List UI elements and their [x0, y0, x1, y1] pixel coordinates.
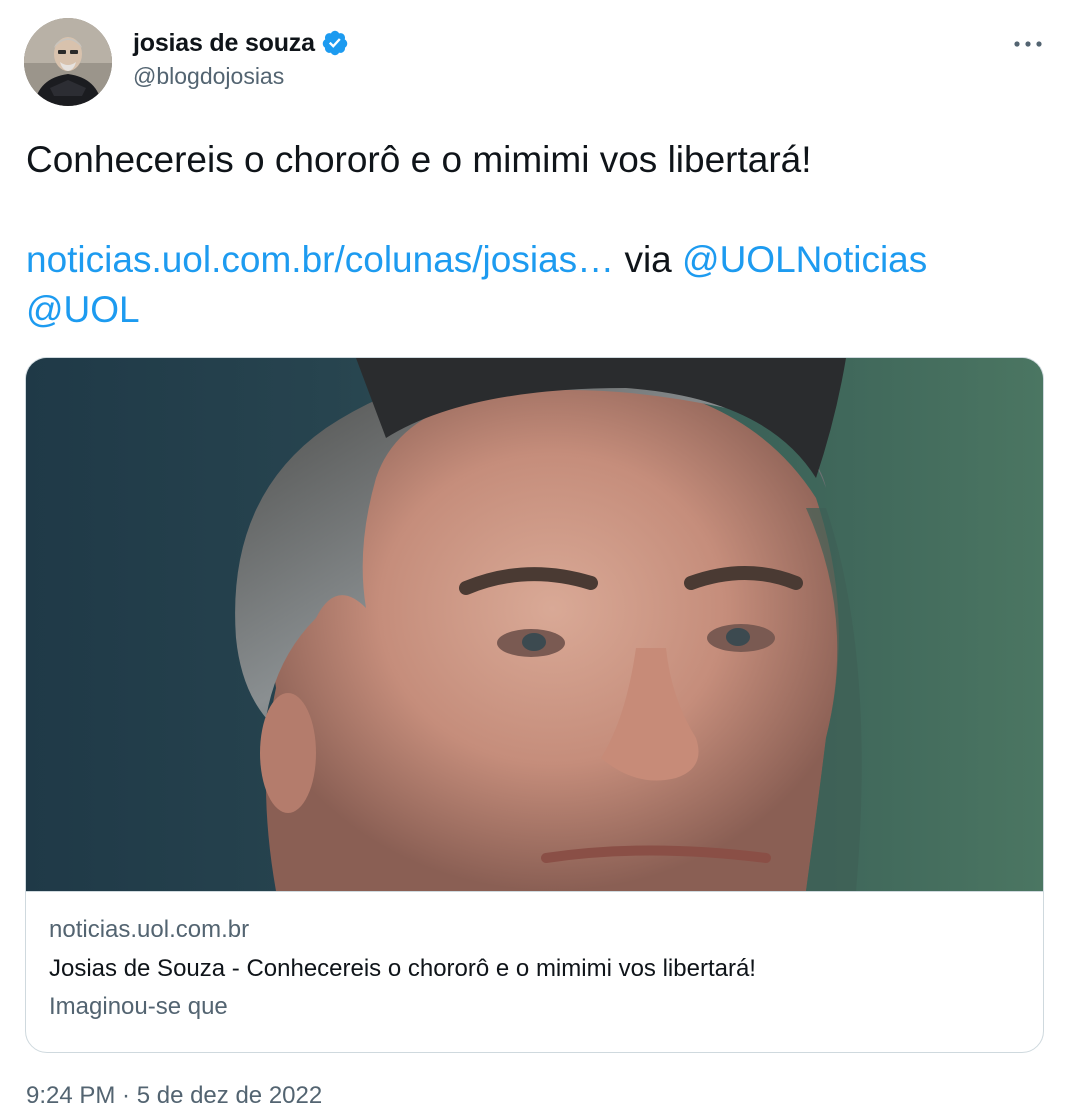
- article-link[interactable]: noticias.uol.com.br/colunas/josias…: [26, 239, 614, 280]
- avatar[interactable]: [24, 18, 112, 106]
- ellipsis-icon: [1014, 41, 1042, 47]
- mention-uol[interactable]: @UOL: [26, 289, 140, 330]
- card-title[interactable]: Josias de Souza - Conhecereis o chororô …: [49, 955, 756, 983]
- author-name-row: josias de souza: [133, 27, 349, 59]
- mention-uolnoticias[interactable]: @UOLNoticias: [682, 239, 927, 280]
- card-meta: noticias.uol.com.br Josias de Souza - Co…: [26, 891, 1043, 1052]
- more-options-button[interactable]: [1008, 28, 1048, 60]
- verified-badge-icon: [322, 30, 348, 56]
- card-image[interactable]: [26, 358, 1043, 891]
- link-preview-card[interactable]: noticias.uol.com.br Josias de Souza - Co…: [25, 357, 1044, 1053]
- tweet-text: Conhecereis o chororô e o mimimi vos lib…: [26, 139, 812, 180]
- author-name[interactable]: josias de souza: [133, 29, 315, 58]
- author-handle[interactable]: @blogdojosias: [133, 63, 284, 90]
- tweet-links: noticias.uol.com.br/colunas/josias… via …: [26, 235, 927, 335]
- card-description: Imaginou-se que: [49, 993, 228, 1020]
- tweet: josias de souza @blogdojosias Conhecerei…: [0, 0, 1066, 1118]
- tweet-timestamp[interactable]: 9:24 PM · 5 de dez de 2022: [26, 1082, 322, 1110]
- card-domain: noticias.uol.com.br: [49, 916, 250, 943]
- via-text: via: [624, 239, 672, 280]
